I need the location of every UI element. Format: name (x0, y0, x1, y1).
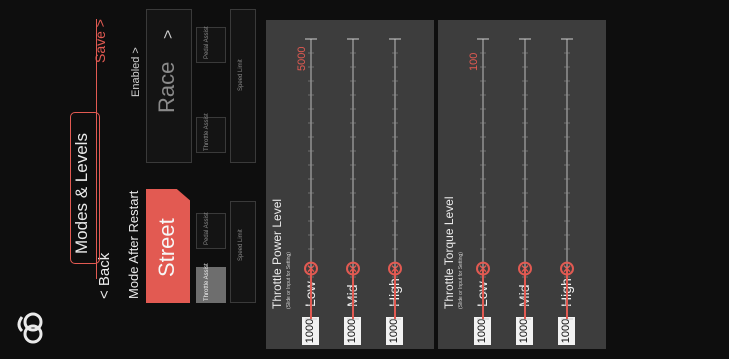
app-screen: < Back Modes & Levels Save > Mode After … (0, 0, 729, 359)
rotated-stage: < Back Modes & Levels Save > Mode After … (0, 0, 729, 359)
throttle-torque-sliders[interactable] (0, 0, 729, 359)
